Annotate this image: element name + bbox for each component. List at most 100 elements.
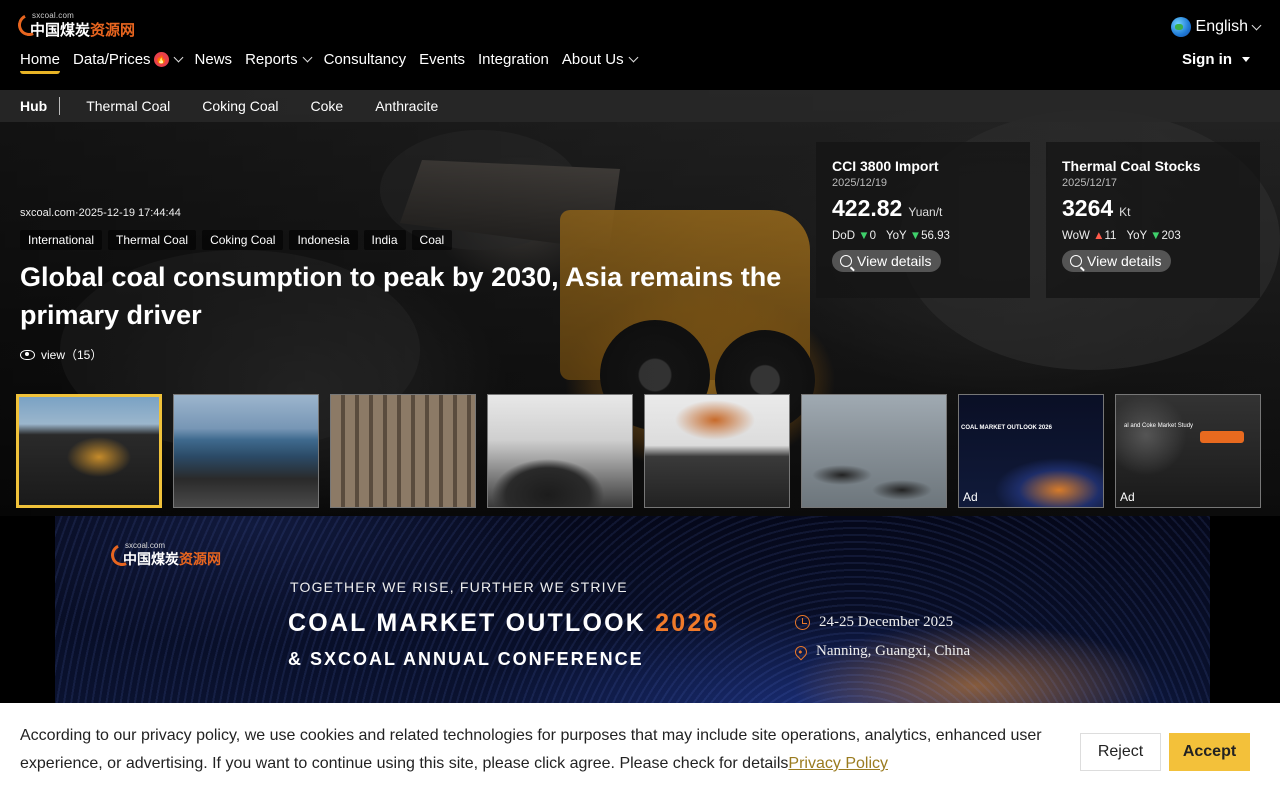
logo-text: 中国煤炭资源网 [123, 552, 221, 568]
subnav-thermal-coal[interactable]: Thermal Coal [86, 98, 170, 114]
clock-icon [795, 615, 810, 630]
card-changes: DoD ▼0 YoY ▼56.93 [832, 230, 1014, 242]
eye-icon [20, 349, 35, 360]
tag[interactable]: Coal [411, 230, 453, 250]
tag[interactable]: Thermal Coal [108, 230, 197, 250]
view-details-button[interactable]: View details [832, 250, 942, 272]
banner-title: COAL MARKET OUTLOOK 2026 [288, 609, 720, 637]
card-value: 422.82 Yuan/t [832, 195, 1014, 222]
thumbnail-coal-barges[interactable] [801, 394, 947, 508]
tag[interactable]: Indonesia [289, 230, 358, 250]
article-tags: International Thermal Coal Coking Coal I… [20, 230, 453, 250]
card-number: 3264 [1062, 195, 1114, 221]
nav-events[interactable]: Events [419, 51, 465, 68]
view-count: view（15） [20, 346, 102, 363]
article-headline[interactable]: Global coal consumption to peak by 2030,… [20, 258, 800, 334]
nav-integration[interactable]: Integration [478, 51, 549, 68]
chevron-down-icon [173, 52, 183, 63]
nav-label: Home [20, 51, 61, 68]
nav-home[interactable]: Home [20, 51, 61, 74]
chevron-down-icon [1251, 20, 1262, 30]
subnav-coke[interactable]: Coke [311, 98, 344, 114]
chevron-down-icon [302, 52, 313, 63]
tag[interactable]: Coking Coal [202, 230, 284, 250]
view-details-button[interactable]: View details [1062, 250, 1172, 272]
banner-date-text: 24-25 December 2025 [819, 614, 954, 630]
language-label: English [1195, 18, 1248, 35]
card-date: 2025/12/17 [1062, 177, 1118, 189]
chevron-down-icon [628, 52, 639, 63]
banner-location-text: Nanning, Guangxi, China [816, 643, 971, 659]
sign-in-label: Sign in [1182, 51, 1232, 68]
thumbnail-ad-market-study[interactable]: al and Coke Market Study Ad [1115, 394, 1261, 508]
banner-tagline: TOGETHER WE RISE, FURTHER WE STRIVE [290, 579, 628, 595]
down-arrow-icon: ▼ [1150, 230, 1162, 242]
nav-label: News [194, 51, 233, 68]
up-arrow-icon: ▲ [1093, 230, 1105, 242]
hero-thumbnails: COAL MARKET OUTLOOK 2026 Ad al and Coke … [16, 394, 1261, 508]
card-unit: Kt [1119, 205, 1131, 219]
language-selector[interactable]: English [1170, 17, 1262, 37]
banner-date: 24-25 December 2025 [795, 614, 953, 631]
nav-news[interactable]: News [195, 51, 233, 68]
accept-button[interactable]: Accept [1169, 733, 1250, 771]
hub-subnav: Hub Thermal Coal Coking Coal Coke Anthra… [0, 90, 1280, 122]
card-value: 3264 Kt [1062, 195, 1244, 222]
site-logo[interactable]: sxcoal.com 中国煤炭资源网 [14, 10, 135, 42]
price-card-thermal-coal-stocks: Thermal Coal Stocks 2025/12/17 3264 Kt W… [1046, 142, 1260, 298]
thumbnail-coal-conveyor[interactable] [487, 394, 633, 508]
thumbnail-coal-stacker[interactable] [644, 394, 790, 508]
view-count-label: view（15） [41, 348, 103, 362]
article-source-date: sxcoal.com·2025-12-19 17:44:44 [20, 207, 181, 219]
nav-label: Consultancy [323, 51, 407, 68]
tag[interactable]: International [20, 230, 103, 250]
change-yoy: YoY ▼203 [1126, 230, 1181, 242]
card-changes: WoW ▲11 YoY ▼203 [1062, 230, 1244, 242]
button-label: View details [857, 253, 932, 269]
card-title: CCI 3800 Import [832, 158, 939, 174]
hot-fire-icon: 🔥 [153, 52, 169, 67]
globe-icon [1170, 17, 1191, 37]
cookie-consent-bar: According to our privacy policy, we use … [0, 703, 1280, 800]
sign-in-button[interactable]: Sign in [1182, 51, 1250, 68]
thumbnail-steel-coils[interactable] [330, 394, 476, 508]
card-number: 422.82 [832, 195, 903, 221]
thumbnail-coal-loader[interactable] [16, 394, 162, 508]
conference-banner[interactable]: sxcoal.com 中国煤炭资源网 TOGETHER WE RISE, FUR… [55, 516, 1210, 706]
privacy-policy-link[interactable]: Privacy Policy [788, 755, 888, 772]
search-icon [1070, 255, 1082, 267]
search-icon [840, 255, 852, 267]
reject-button[interactable]: Reject [1080, 733, 1161, 771]
banner-location: Nanning, Guangxi, China [792, 643, 971, 660]
banner-subtitle: & SXCOAL ANNUAL CONFERENCE [288, 649, 644, 669]
hero-section: Hub Thermal Coal Coking Coal Coke Anthra… [0, 90, 1280, 516]
nav-reports[interactable]: Reports [245, 51, 313, 68]
main-nav: Home Data/Prices 🔥 News Reports Consultan… [20, 51, 650, 74]
subnav-anthracite[interactable]: Anthracite [375, 98, 438, 114]
change-dod: DoD ▼0 [832, 230, 877, 242]
card-date: 2025/12/19 [832, 177, 888, 189]
thumbnail-port-coal[interactable] [173, 394, 319, 508]
down-arrow-icon: ▼ [858, 230, 870, 242]
nav-about-us[interactable]: About Us [561, 51, 639, 68]
nav-consultancy[interactable]: Consultancy [324, 51, 407, 68]
thumbnail-ad-conference[interactable]: COAL MARKET OUTLOOK 2026 Ad [958, 394, 1104, 508]
site-header: sxcoal.com 中国煤炭资源网 English Home Data/Pri… [0, 0, 1280, 90]
nav-label: About Us [561, 51, 624, 68]
nav-label: Reports [245, 51, 298, 68]
location-pin-icon [792, 643, 810, 660]
ad-thumbnail-title: al and Coke Market Study [1124, 423, 1194, 429]
nav-data-prices[interactable]: Data/Prices 🔥 [73, 51, 183, 68]
banner-logo: sxcoal.com 中国煤炭资源网 [107, 540, 231, 570]
logo-text: 中国煤炭资源网 [30, 21, 136, 39]
nav-label: Data/Prices [73, 51, 151, 68]
cookie-text: According to our privacy policy, we use … [20, 727, 1042, 772]
card-unit: Yuan/t [908, 205, 943, 219]
card-title: Thermal Coal Stocks [1062, 158, 1201, 174]
cookie-message: According to our privacy policy, we use … [20, 722, 1060, 778]
subnav-hub[interactable]: Hub [0, 97, 61, 115]
tag[interactable]: India [363, 230, 406, 250]
subnav-coking-coal[interactable]: Coking Coal [202, 98, 278, 114]
change-yoy: YoY ▼56.93 [886, 230, 950, 242]
ad-thumbnail-title: COAL MARKET OUTLOOK 2026 [961, 425, 1052, 431]
